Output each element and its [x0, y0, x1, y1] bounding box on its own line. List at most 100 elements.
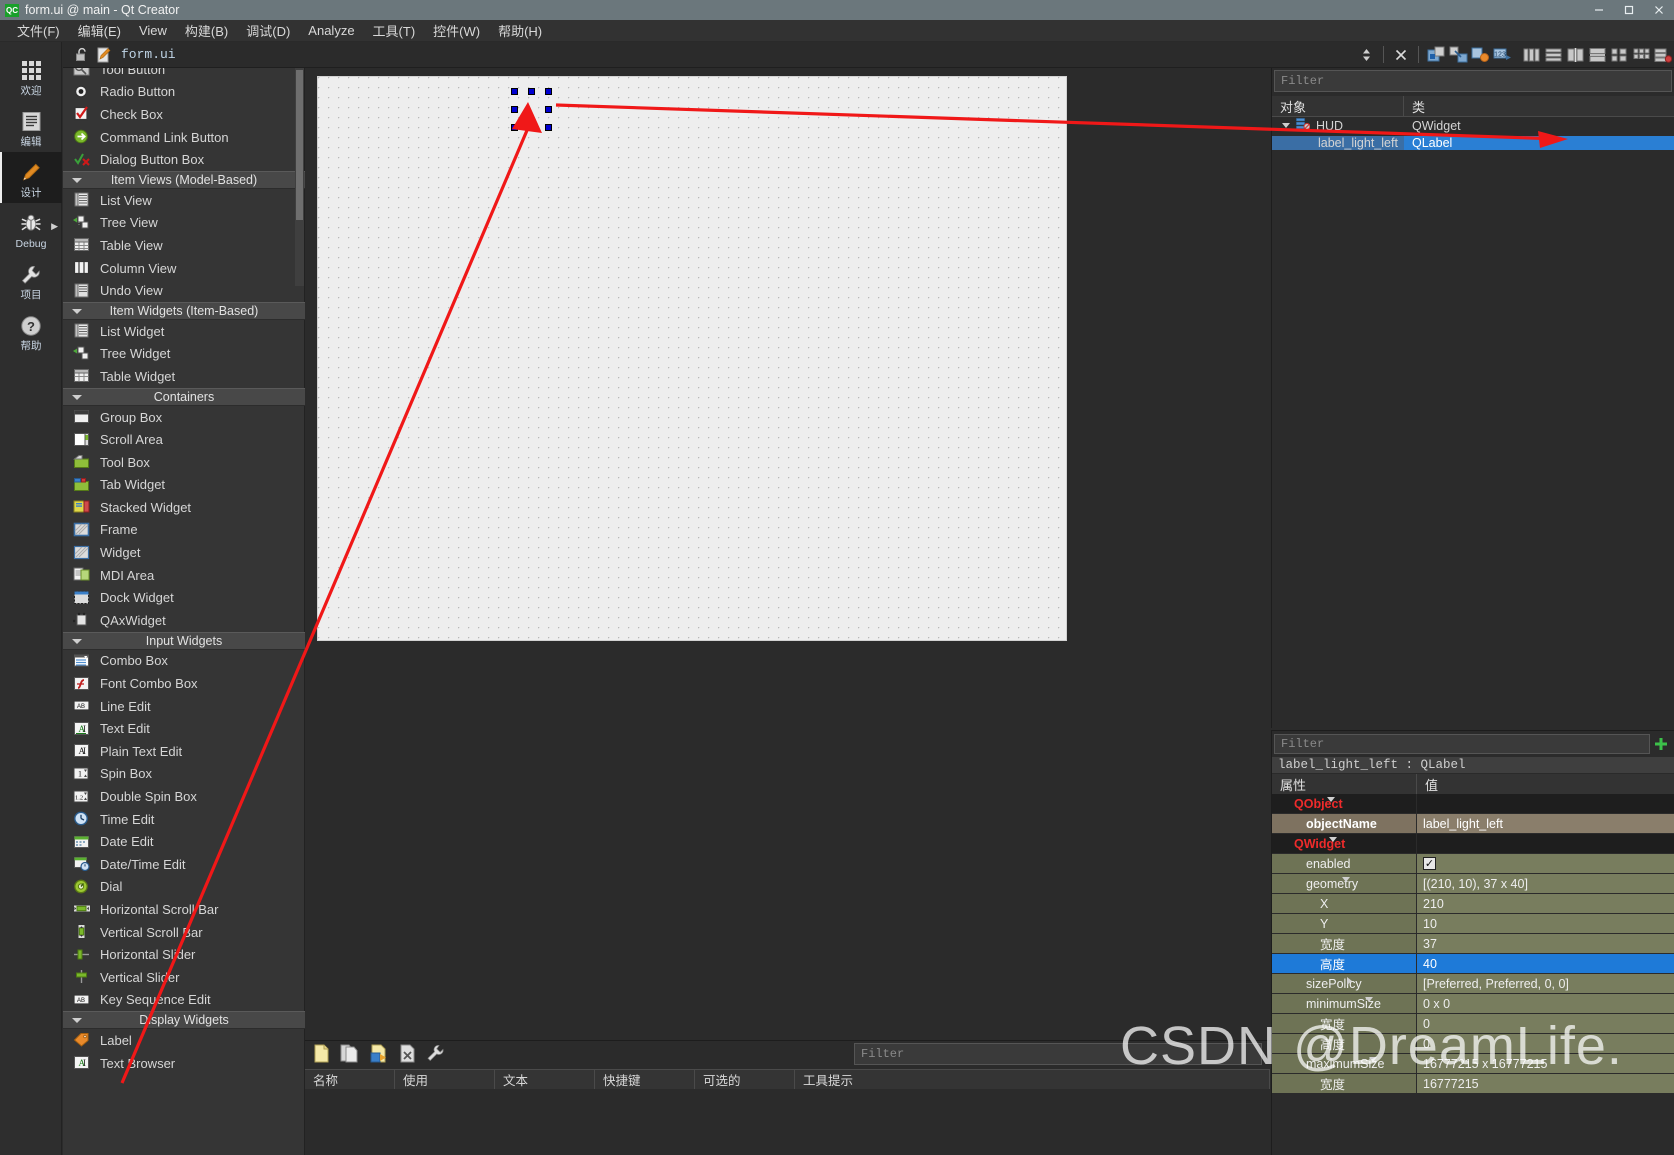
widget-item-table-widget[interactable]: Table Widget [63, 365, 305, 388]
menu-widgets[interactable]: 控件(W) [424, 19, 489, 42]
column-header-used[interactable]: 使用 [395, 1070, 495, 1089]
widget-item-dialog-button-box[interactable]: Dialog Button Box [63, 148, 305, 171]
layout-splitter-horizontal-button[interactable] [1564, 44, 1586, 66]
widget-item-date-edit[interactable]: Date Edit [63, 830, 305, 853]
widget-item-tool-button[interactable]: Tool Button [63, 68, 305, 81]
widget-box-list[interactable]: Tool Button Radio Button Check Box Command … [63, 68, 305, 1155]
form-design-canvas[interactable] [317, 76, 1067, 641]
widget-item-tree-widget[interactable]: Tree Widget [63, 343, 305, 366]
widget-item-time-edit[interactable]: Time Edit [63, 808, 305, 831]
column-header-object[interactable]: 对象 [1272, 96, 1404, 116]
edit-widgets-button[interactable] [1425, 44, 1447, 66]
widget-item-text-edit[interactable]: A I Text Edit [63, 717, 305, 740]
column-header-shortcut[interactable]: 快捷键 [595, 1070, 695, 1089]
object-tree-row-label-light-left[interactable]: label_light_left QLabel [1272, 134, 1674, 151]
widget-group-header[interactable]: Containers [63, 387, 305, 406]
close-x-icon[interactable] [1390, 44, 1412, 66]
menu-analyze[interactable]: Analyze [299, 21, 363, 40]
property-row--[interactable]: 高度 40 [1272, 954, 1674, 974]
property-row-qobject[interactable]: QObject [1272, 794, 1674, 814]
menu-file[interactable]: 文件(F) [8, 19, 69, 42]
mode-debug[interactable]: Debug ▶ [0, 203, 62, 254]
widget-item-horizontal-scroll-bar[interactable]: Horizontal Scroll Bar [63, 898, 305, 921]
column-header-text[interactable]: 文本 [495, 1070, 595, 1089]
unlocked-padlock-icon[interactable] [71, 44, 93, 66]
collapse-triangle-icon[interactable] [72, 394, 82, 400]
collapse-triangle-icon[interactable] [72, 1018, 82, 1024]
widget-item-tool-box[interactable]: Tool Box [63, 451, 305, 474]
column-header-property[interactable]: 属性 [1272, 774, 1417, 794]
minimize-button[interactable] [1584, 0, 1614, 20]
widget-item-combo-box[interactable]: Combo Box [63, 650, 305, 673]
copy-document-icon[interactable] [340, 1044, 360, 1066]
open-file-name[interactable]: form.ui [121, 47, 176, 62]
widget-item-double-spin-box[interactable]: 1.2 Double Spin Box [63, 785, 305, 808]
widget-item-stacked-widget[interactable]: Stacked Widget [63, 496, 305, 519]
widget-group-header[interactable]: Display Widgets [63, 1011, 305, 1030]
object-tree-row-hud[interactable]: HUD QWidget [1272, 117, 1674, 134]
widget-item-qaxwidget[interactable]: QAxWidget [63, 609, 305, 632]
property-row-enabled[interactable]: enabled ✓ [1272, 854, 1674, 874]
column-header-name[interactable]: 名称 [305, 1070, 395, 1089]
widget-item-widget[interactable]: Widget [63, 541, 305, 564]
paste-document-icon[interactable] [370, 1044, 389, 1066]
layout-vertically-button[interactable] [1542, 44, 1564, 66]
property-row-y[interactable]: Y 10 [1272, 914, 1674, 934]
edit-signals-slots-button[interactable] [1447, 44, 1469, 66]
resize-handle-bottom-left[interactable] [511, 124, 518, 131]
widget-item-dock-widget[interactable]: Dock Widget [63, 586, 305, 609]
property-row--[interactable]: 宽度 37 [1272, 934, 1674, 954]
property-row--[interactable]: 宽度 16777215 [1272, 1074, 1674, 1094]
mode-design[interactable]: 设计 [0, 152, 62, 203]
resize-handle-top-center[interactable] [528, 88, 535, 95]
property-row-minimumsize[interactable]: minimumSize 0 x 0 [1272, 994, 1674, 1014]
expand-triangle-icon[interactable] [1342, 876, 1351, 882]
menu-view[interactable]: View [130, 21, 176, 40]
layout-horizontally-button[interactable] [1520, 44, 1542, 66]
layout-in-form-button[interactable] [1608, 44, 1630, 66]
widget-item-undo-view[interactable]: Undo View [63, 279, 305, 302]
property-row-x[interactable]: X 210 [1272, 894, 1674, 914]
widget-item-column-view[interactable]: Column View [63, 257, 305, 280]
widget-group-header[interactable]: Input Widgets [63, 631, 305, 650]
widget-item-key-sequence-edit[interactable]: AB Key Sequence Edit [63, 989, 305, 1012]
break-layout-button[interactable] [1652, 44, 1674, 66]
menu-debug[interactable]: 调试(D) [237, 19, 299, 42]
property-row-qwidget[interactable]: QWidget [1272, 834, 1674, 854]
mode-edit[interactable]: 编辑 [0, 101, 62, 152]
property-row-sizepolicy[interactable]: sizePolicy [Preferred, Preferred, 0, 0] [1272, 974, 1674, 994]
widget-item-list-widget[interactable]: List Widget [63, 320, 305, 343]
widget-item-vertical-scroll-bar[interactable]: Vertical Scroll Bar [63, 921, 305, 944]
mode-welcome[interactable]: 欢迎 [0, 50, 62, 101]
widget-item-list-view[interactable]: List View [63, 189, 305, 212]
wrench-icon[interactable] [426, 1044, 445, 1066]
widget-item-frame[interactable]: Frame [63, 519, 305, 542]
delete-document-icon[interactable] [399, 1044, 416, 1066]
expand-triangle-icon[interactable] [1282, 123, 1290, 128]
resize-handle-middle-left[interactable] [511, 106, 518, 113]
widget-item-radio-button[interactable]: Radio Button [63, 81, 305, 104]
property-editor-filter-input[interactable]: Filter [1274, 734, 1650, 754]
add-dynamic-property-button[interactable] [1650, 734, 1672, 754]
menu-build[interactable]: 构建(B) [176, 19, 237, 42]
widget-item-date-time-edit[interactable]: Date/Time Edit [63, 853, 305, 876]
edit-tab-order-button[interactable]: 123 [1491, 44, 1513, 66]
collapse-triangle-icon[interactable] [72, 638, 82, 644]
resize-handle-top-right[interactable] [545, 88, 552, 95]
enabled-checkbox[interactable]: ✓ [1423, 857, 1436, 870]
property-row-objectname[interactable]: objectName label_light_left [1272, 814, 1674, 834]
expand-triangle-icon[interactable] [1326, 796, 1335, 802]
column-header-value[interactable]: 值 [1417, 774, 1674, 794]
mode-projects[interactable]: 项目 [0, 254, 62, 305]
collapse-triangle-icon[interactable] [72, 177, 82, 183]
mode-help[interactable]: ? 帮助 [0, 305, 62, 356]
widget-item-label[interactable]: Label [63, 1029, 305, 1052]
menu-help[interactable]: 帮助(H) [489, 19, 551, 42]
resize-handle-bottom-center[interactable] [528, 124, 535, 131]
widget-item-font-combo-box[interactable]: Font Combo Box [63, 672, 305, 695]
widget-group-header[interactable]: Item Widgets (Item-Based) [63, 301, 305, 320]
widget-item-command-link-button[interactable]: Command Link Button [63, 126, 305, 149]
widget-item-table-view[interactable]: Table View [63, 234, 305, 257]
widget-item-group-box[interactable]: Group Box [63, 406, 305, 429]
column-header-class[interactable]: 类 [1404, 96, 1674, 116]
